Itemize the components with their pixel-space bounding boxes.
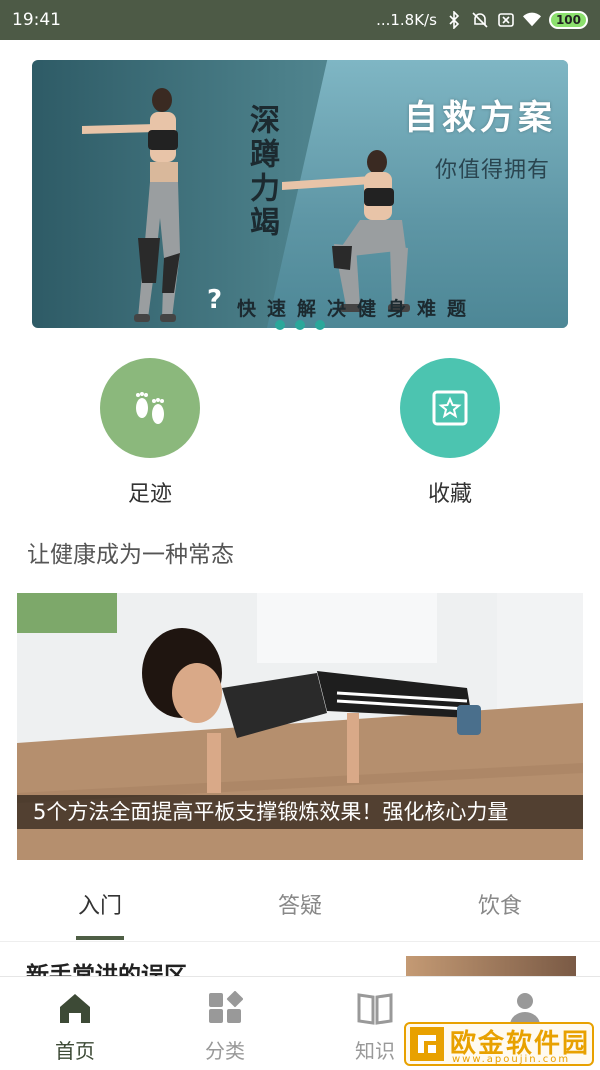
banner-title: 自救方案 [404,98,556,138]
person-icon [510,993,540,1025]
quick-action-footprints[interactable]: 足迹 [100,358,200,508]
banner-vertical-text: 深蹲力竭 [244,104,279,240]
section-title: 让健康成为一种常态 [27,542,234,568]
watermark-logo-icon [410,1027,444,1061]
home-icon [60,994,90,1023]
carousel-dot[interactable] [295,320,305,330]
battery-icon: 100 [548,11,588,29]
watermark-url: www.apoujin.com [452,1054,571,1065]
wifi-icon [522,11,541,29]
carousel-indicator [275,320,325,330]
footprints-icon [100,358,200,458]
category-icon [209,990,244,1023]
banner-carousel[interactable]: 自救方案 你值得拥有 深蹲力竭 ? 快速解决健身难题 [32,60,568,328]
banner-figure-standing [82,88,180,322]
carousel-dot[interactable] [315,320,325,330]
content-tabs: 入门 答疑 饮食 [0,870,600,942]
star-square-icon [400,358,500,458]
tab-diet[interactable]: 饮食 [478,888,522,920]
carousel-dot[interactable] [275,320,285,330]
nav-home[interactable]: 首页 [25,991,125,1064]
watermark: 欧金软件园 www.apoujin.com [404,1022,594,1066]
book-icon [357,993,393,1025]
nav-category[interactable]: 分类 [175,990,275,1064]
tab-qa[interactable]: 答疑 [278,888,322,920]
banner-question-mark: ? [207,285,223,315]
sim-off-icon [497,11,515,29]
nav-label: 分类 [205,1039,245,1063]
quick-action-label: 足迹 [127,482,172,507]
nav-label: 首页 [55,1039,95,1063]
quick-action-label: 收藏 [427,482,472,507]
banner-bottom-text: 快速解决健身难题 [237,298,478,320]
status-bar: 19:41 ...1.8K/s 100 [0,0,600,40]
alarm-off-icon [471,11,489,29]
status-time: 19:41 [12,10,61,30]
quick-action-favorites[interactable]: 收藏 [400,358,500,508]
banner-subtitle: 你值得拥有 [434,158,550,183]
bluetooth-icon [445,11,463,29]
status-indicators: ...1.8K/s 100 [376,11,588,29]
tab-beginner[interactable]: 入门 [78,888,122,920]
network-speed: ...1.8K/s [376,11,437,29]
active-tab-indicator [76,936,124,940]
feature-caption: 5个方法全面提高平板支撑锻炼效果！强化核心力量 [17,795,583,829]
feature-article-card[interactable]: 5个方法全面提高平板支撑锻炼效果！强化核心力量 [17,593,583,860]
